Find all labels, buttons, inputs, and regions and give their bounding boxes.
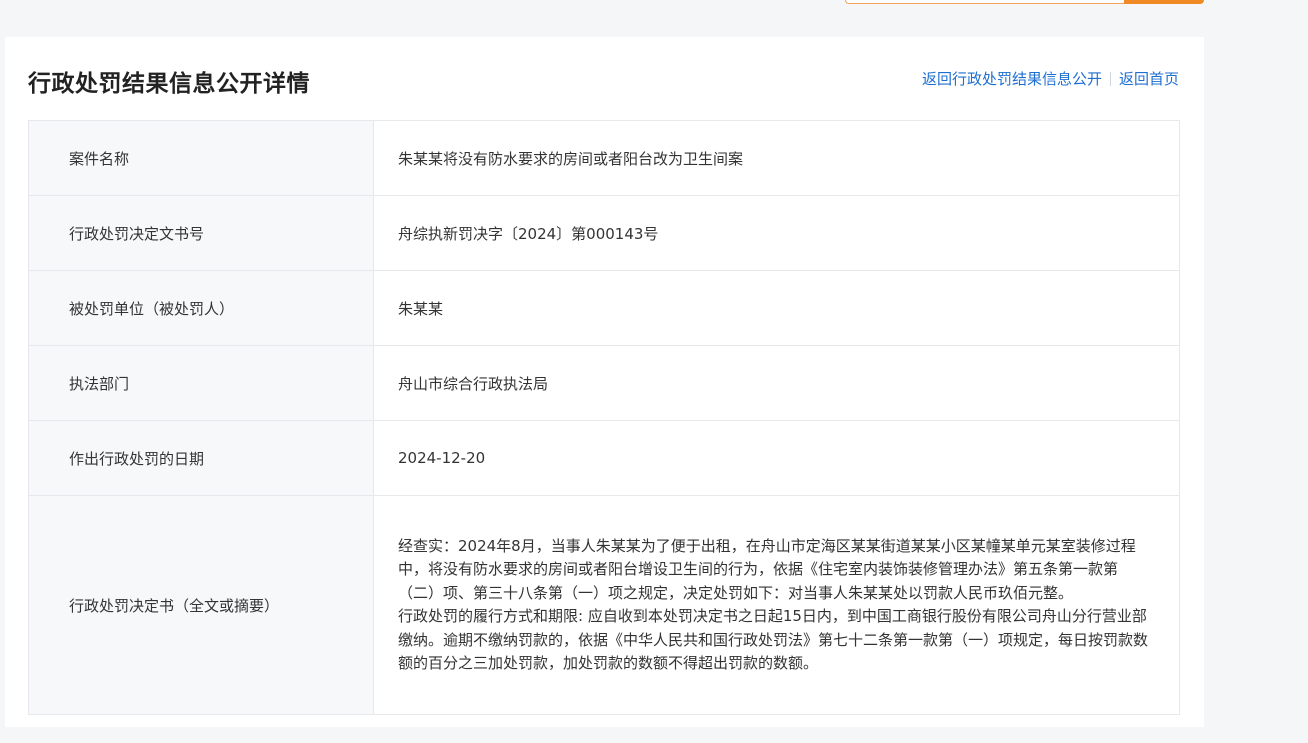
header-links: 返回行政处罚结果信息公开 返回首页: [922, 68, 1179, 89]
top-bar: [0, 0, 1308, 12]
row-value-enforcement-dept: 舟山市综合行政执法局: [373, 345, 1180, 421]
watermark: [1280, 680, 1290, 715]
row-label-document-number: 行政处罚决定文书号: [28, 195, 374, 271]
row-value-case-name: 朱某某将没有防水要求的房间或者阳台改为卫生间案: [373, 120, 1180, 196]
row-label-case-name: 案件名称: [28, 120, 374, 196]
info-table: 案件名称 朱某某将没有防水要求的房间或者阳台改为卫生间案 行政处罚决定文书号 舟…: [28, 120, 1180, 715]
back-to-list-link[interactable]: 返回行政处罚结果信息公开: [922, 68, 1102, 89]
link-divider: [1109, 71, 1111, 86]
search-button[interactable]: [1124, 0, 1204, 4]
row-value-document-number: 舟综执新罚决字〔2024〕第000143号: [373, 195, 1180, 271]
table-row: 行政处罚决定书（全文或摘要） 经查实：2024年8月，当事人朱某某为了便于出租，…: [28, 495, 1180, 715]
page-title: 行政处罚结果信息公开详情: [28, 71, 310, 97]
row-value-penalized-party: 朱某某: [373, 270, 1180, 346]
row-value-decision-text: 经查实：2024年8月，当事人朱某某为了便于出租，在舟山市定海区某某街道某某小区…: [373, 495, 1180, 715]
decision-paragraph-2: 行政处罚的履行方式和期限: 应自收到本处罚决定书之日起15日内，到中国工商银行股…: [398, 607, 1149, 672]
table-row: 被处罚单位（被处罚人） 朱某某: [28, 270, 1180, 346]
table-row: 案件名称 朱某某将没有防水要求的房间或者阳台改为卫生间案: [28, 120, 1180, 196]
detail-card: 行政处罚结果信息公开详情 返回行政处罚结果信息公开 返回首页 案件名称 朱某某将…: [5, 37, 1204, 727]
table-row: 执法部门 舟山市综合行政执法局: [28, 345, 1180, 421]
row-label-decision-text: 行政处罚决定书（全文或摘要）: [28, 495, 374, 715]
decision-paragraph-1: 经查实：2024年8月，当事人朱某某为了便于出租，在舟山市定海区某某街道某某小区…: [398, 536, 1136, 602]
search-input[interactable]: [845, 0, 1127, 4]
table-row: 作出行政处罚的日期 2024-12-20: [28, 420, 1180, 496]
table-row: 行政处罚决定文书号 舟综执新罚决字〔2024〕第000143号: [28, 195, 1180, 271]
row-value-decision-date: 2024-12-20: [373, 420, 1180, 496]
row-label-enforcement-dept: 执法部门: [28, 345, 374, 421]
row-label-decision-date: 作出行政处罚的日期: [28, 420, 374, 496]
back-to-home-link[interactable]: 返回首页: [1119, 68, 1179, 89]
row-label-penalized-party: 被处罚单位（被处罚人）: [28, 270, 374, 346]
